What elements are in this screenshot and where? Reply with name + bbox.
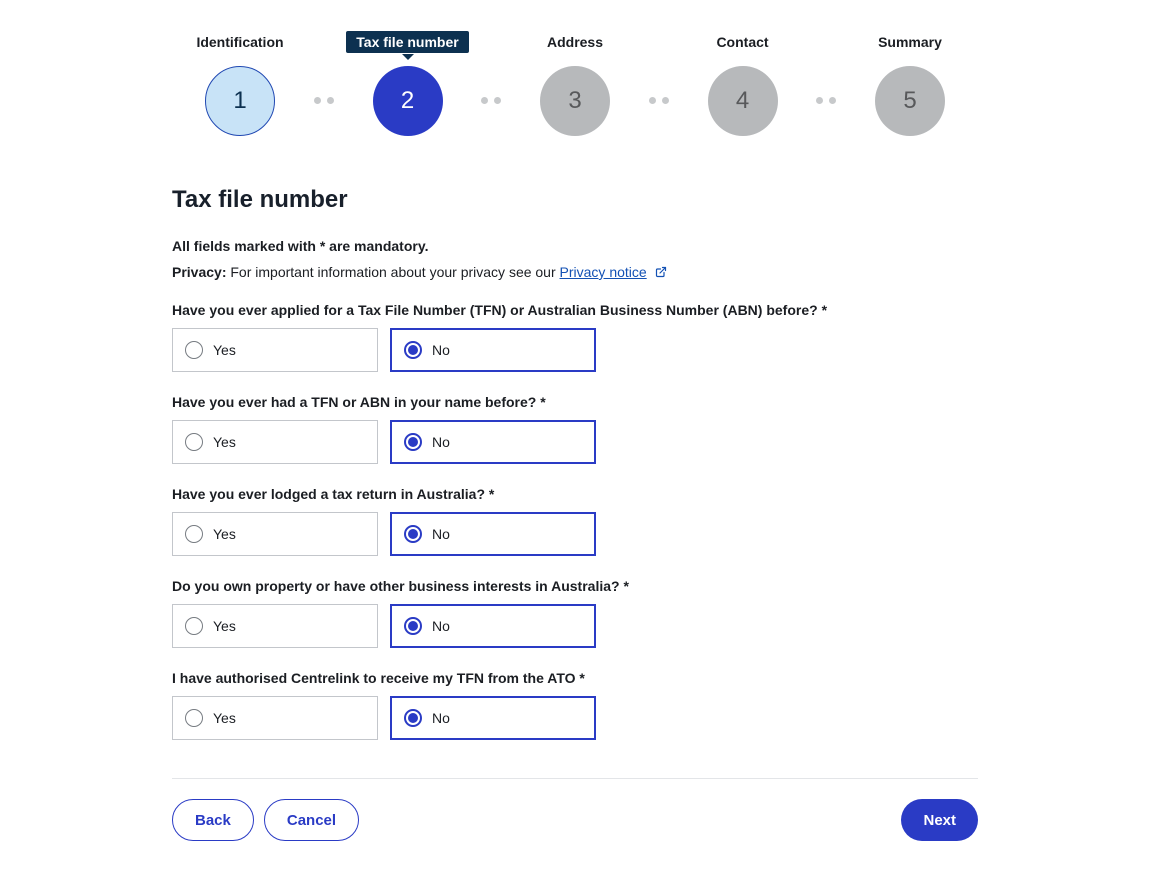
step-separator-dots <box>314 97 334 104</box>
radio-no[interactable]: No <box>390 328 596 372</box>
step-identification[interactable]: Identification 1 <box>172 30 308 136</box>
question-lodged-tax-return: Have you ever lodged a tax return in Aus… <box>172 486 978 556</box>
radio-icon <box>185 341 203 359</box>
next-button[interactable]: Next <box>901 799 978 841</box>
radio-yes[interactable]: Yes <box>172 420 378 464</box>
radio-no[interactable]: No <box>390 420 596 464</box>
page-title: Tax file number <box>172 186 978 214</box>
privacy-line: Privacy: For important information about… <box>172 264 978 280</box>
cancel-button[interactable]: Cancel <box>264 799 359 841</box>
step-separator-dots <box>481 97 501 104</box>
back-button[interactable]: Back <box>172 799 254 841</box>
step-summary[interactable]: Summary 5 <box>842 30 978 136</box>
step-separator-dots <box>649 97 669 104</box>
radio-icon <box>185 525 203 543</box>
question-property-business: Do you own property or have other busine… <box>172 578 978 648</box>
radio-no[interactable]: No <box>390 512 596 556</box>
step-contact[interactable]: Contact 4 <box>675 30 811 136</box>
radio-yes[interactable]: Yes <box>172 604 378 648</box>
step-address[interactable]: Address 3 <box>507 30 643 136</box>
step-tax-file-number[interactable]: Tax file number 2 <box>340 30 476 136</box>
radio-icon <box>404 617 422 635</box>
radio-no[interactable]: No <box>390 696 596 740</box>
radio-icon <box>404 709 422 727</box>
step-separator-dots <box>816 97 836 104</box>
radio-icon <box>404 525 422 543</box>
radio-yes[interactable]: Yes <box>172 512 378 556</box>
radio-icon <box>185 433 203 451</box>
radio-no[interactable]: No <box>390 604 596 648</box>
divider <box>172 778 978 779</box>
radio-yes[interactable]: Yes <box>172 696 378 740</box>
progress-stepper: Identification 1 Tax file number 2 Addre… <box>172 0 978 186</box>
privacy-notice-link[interactable]: Privacy notice <box>560 264 647 280</box>
radio-icon <box>185 709 203 727</box>
question-centrelink-authorised: I have authorised Centrelink to receive … <box>172 670 978 740</box>
form-actions: Back Cancel Next <box>172 799 978 841</box>
question-had-tfn-abn: Have you ever had a TFN or ABN in your n… <box>172 394 978 464</box>
radio-icon <box>185 617 203 635</box>
question-applied-tfn-abn: Have you ever applied for a Tax File Num… <box>172 302 978 372</box>
mandatory-note: All fields marked with * are mandatory. <box>172 238 978 254</box>
radio-icon <box>404 433 422 451</box>
external-link-icon <box>655 266 667 278</box>
radio-icon <box>404 341 422 359</box>
radio-yes[interactable]: Yes <box>172 328 378 372</box>
